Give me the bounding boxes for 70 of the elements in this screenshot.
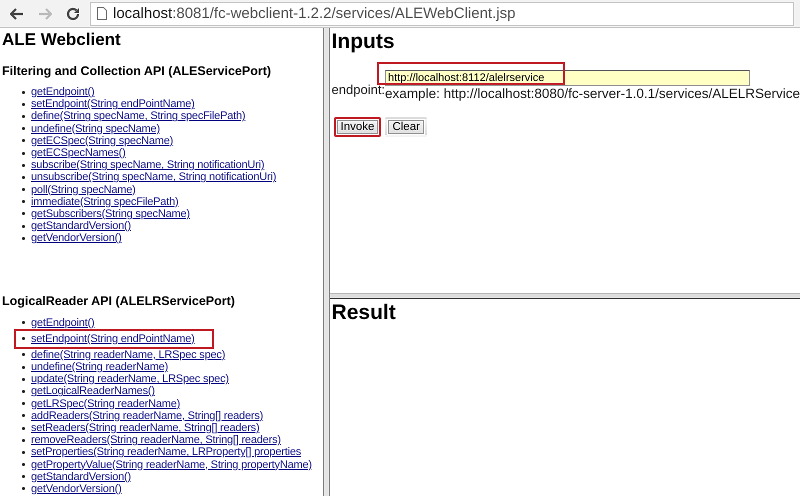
example-text: example: http://localhost:8080/fc-server-1.0.1/services/ALELRService <box>385 86 800 101</box>
bullet-icon <box>22 463 25 466</box>
bullet-icon <box>22 487 25 490</box>
reload-icon <box>66 6 80 20</box>
bullet-icon <box>22 402 25 406</box>
bullet-icon <box>22 414 25 418</box>
inputs-heading: Inputs <box>332 30 396 54</box>
bullet-icon <box>22 236 25 240</box>
bullet-icon <box>22 102 25 106</box>
bullet-icon <box>22 152 25 155</box>
result-heading: Result <box>332 301 397 325</box>
bullet-icon <box>22 426 25 430</box>
endpoint-field[interactable]: http://localhost:8112/alelrservice <box>385 70 750 86</box>
bullet-icon <box>22 321 25 324</box>
api-link[interactable]: getStandardVersion() <box>31 220 131 232</box>
bullet-icon <box>22 200 25 204</box>
api-link[interactable]: getVendorVersion() <box>31 232 122 244</box>
page-title: ALE Webclient <box>2 30 122 50</box>
api-link[interactable]: getECSpec(String specName) <box>31 134 174 147</box>
bullet-icon <box>22 127 25 130</box>
api-link[interactable]: getStandardVersion() <box>31 470 131 483</box>
api-link[interactable]: setProperties(String readerName, LRProperty[] properties <box>31 446 302 458</box>
bullet-icon <box>22 114 25 118</box>
field-label: endpoint: <box>332 82 386 97</box>
api-link[interactable]: getLogicalReaderNames() <box>31 385 155 398</box>
bullet-icon <box>22 378 25 381</box>
api-link[interactable]: addReaders(String readerName, String[] readers) <box>31 410 264 422</box>
api-link[interactable]: unsubscribe(String specName, String notificationUri) <box>31 171 276 184</box>
bullet-icon <box>22 390 25 393</box>
bullet-icon <box>22 366 25 369</box>
api-link[interactable]: undefine(String specName) <box>31 122 160 135</box>
api-link[interactable]: getLRSpec(String readerName) <box>31 398 180 410</box>
bullet-icon <box>22 337 25 340</box>
api-link[interactable]: setEndpoint(String endPointName) <box>31 98 195 110</box>
bullet-icon <box>22 212 25 216</box>
api-link[interactable]: setReaders(String readerName, String[] readers) <box>31 422 260 434</box>
section-heading: Filtering and Collection API (ALEServicePort) <box>2 64 272 78</box>
api-link[interactable]: getVendorVersion() <box>31 482 122 495</box>
api-link[interactable]: subscribe(String specName, String notificationUri) <box>31 159 264 172</box>
page-icon <box>97 7 107 20</box>
api-link[interactable]: getEndpoint() <box>31 86 94 98</box>
address-bar[interactable]: localhost:8081/fc-webclient-1.2.2/services/ALEWebClient.jsp <box>90 2 794 26</box>
form-button[interactable]: Invoke <box>334 117 382 137</box>
bullet-icon <box>22 353 25 356</box>
api-link[interactable]: poll(String specName) <box>31 184 136 196</box>
form-button[interactable]: Clear <box>385 117 427 137</box>
url-text: localhost:8081/fc-webclient-1.2.2/services/ALEWebClient.jsp <box>113 5 516 22</box>
api-link[interactable]: undefine(String readerName) <box>31 361 168 374</box>
api-link[interactable]: removeReaders(String readerName, String[] readers) <box>31 434 281 446</box>
bullet-icon <box>22 438 25 442</box>
bullet-icon <box>22 176 25 179</box>
bullet-icon <box>22 450 25 454</box>
api-link[interactable]: getEndpoint() <box>31 316 94 329</box>
api-link[interactable]: getECSpecNames() <box>31 147 126 160</box>
bullet-icon <box>22 90 25 94</box>
bullet-icon <box>22 188 25 192</box>
bullet-icon <box>22 164 25 167</box>
api-link[interactable]: update(String readerName, LRSpec spec) <box>31 373 229 386</box>
back-icon <box>10 8 24 20</box>
section-heading: LogicalReader API (ALELRServicePort) <box>2 294 236 308</box>
bullet-icon <box>22 475 25 478</box>
api-link[interactable]: define(String readerName, LRSpec spec) <box>31 348 226 361</box>
api-link[interactable]: getPropertyValue(String readerName, String propertyName) <box>31 458 312 471</box>
api-link[interactable]: define(String specName, String specFilePath) <box>31 110 246 122</box>
api-link[interactable]: getSubscribers(String specName) <box>31 208 190 220</box>
bullet-icon <box>22 139 25 142</box>
bullet-icon <box>22 224 25 228</box>
api-link[interactable]: immediate(String specFilePath) <box>31 196 178 208</box>
api-link[interactable]: setEndpoint(String endPointName) <box>31 332 195 345</box>
forward-icon <box>38 8 52 20</box>
